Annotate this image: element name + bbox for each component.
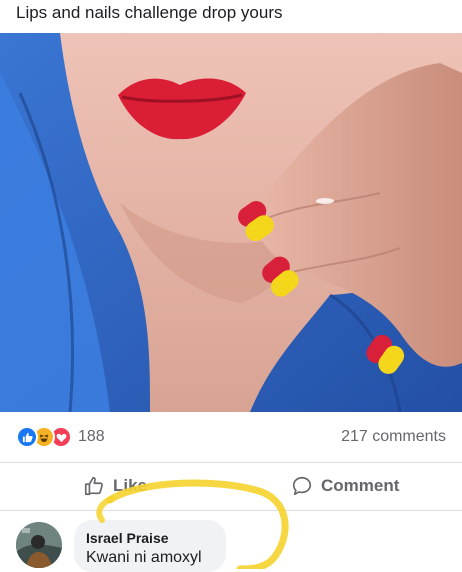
like-reaction-icon <box>16 426 38 448</box>
like-label: Like <box>113 476 148 495</box>
comment-label: Comment <box>321 476 400 495</box>
like-button[interactable]: Like <box>83 475 147 497</box>
comment-author[interactable]: Israel Praise <box>86 530 169 546</box>
thumbs-up-icon <box>84 476 103 496</box>
post-photo[interactable] <box>0 33 462 412</box>
comments-count[interactable]: 217 comments <box>341 428 446 446</box>
post-stats: 188 217 comments <box>0 412 462 463</box>
post-actions: Like Comment <box>0 462 462 511</box>
avatar[interactable] <box>16 522 62 568</box>
speech-bubble-icon <box>292 476 312 496</box>
comment-item: Israel Praise Kwani ni amoxyl <box>0 518 462 572</box>
reaction-summary[interactable]: 188 <box>16 426 105 448</box>
photo-image <box>0 33 462 412</box>
comment-button[interactable]: Comment <box>291 475 399 497</box>
comment-bubble: Israel Praise Kwani ni amoxyl <box>74 520 226 572</box>
post-caption: Lips and nails challenge drop yours <box>16 3 283 22</box>
reaction-count: 188 <box>78 428 105 445</box>
comment-text: Kwani ni amoxyl <box>86 549 202 566</box>
